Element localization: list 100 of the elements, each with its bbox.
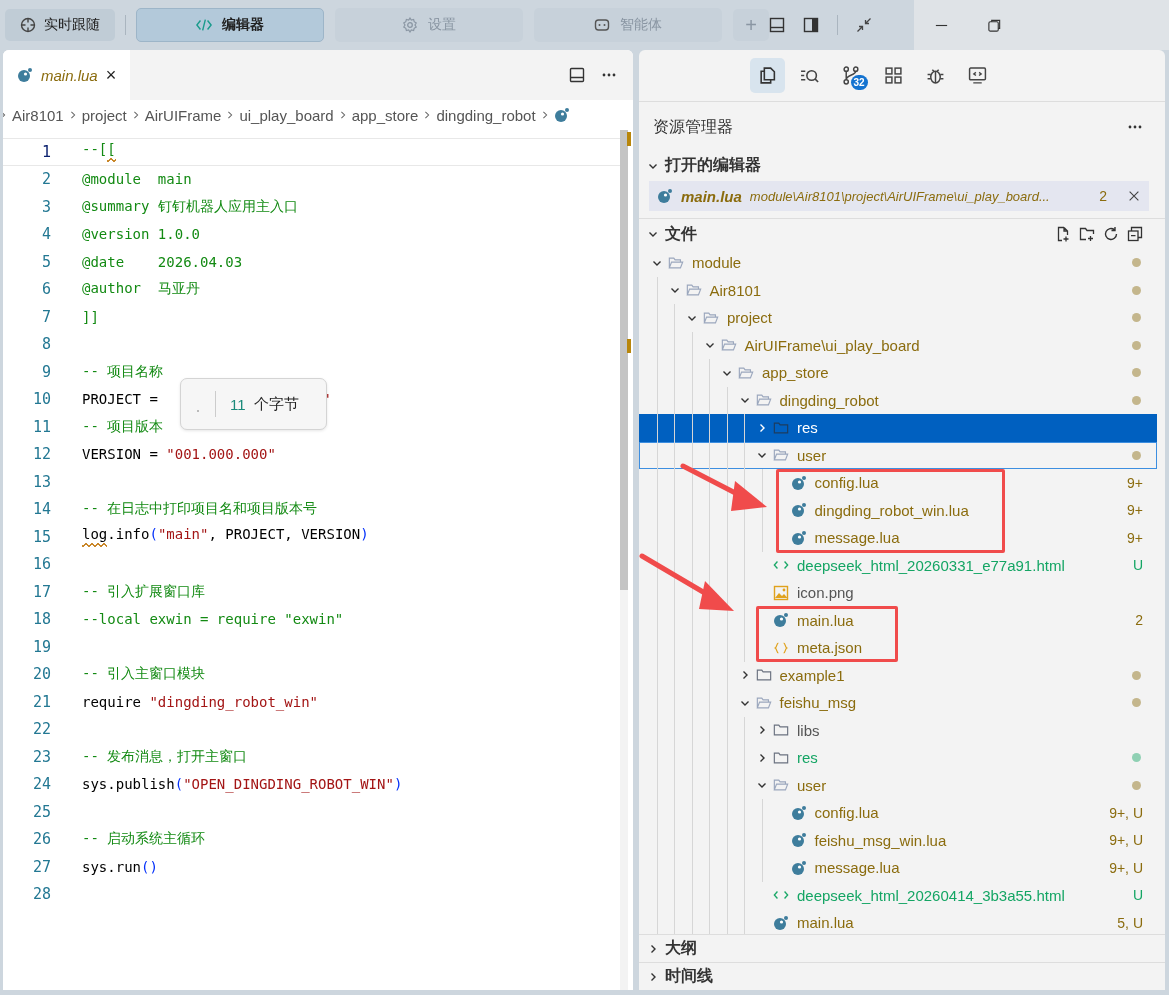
line-number: 18 (31, 610, 51, 629)
tree-item[interactable]: libs (639, 716, 1157, 744)
line-number: 19 (31, 637, 51, 656)
tree-item[interactable]: feishu_msg_win.lua 9+, U (639, 826, 1157, 854)
line-number: 11 (31, 417, 51, 436)
close-icon[interactable]: × (105, 64, 117, 86)
tree-item[interactable]: dingding_robot_win.lua 9+ (639, 496, 1157, 524)
panel-bottom-icon[interactable] (769, 17, 785, 33)
panel-right-icon[interactable] (803, 17, 819, 33)
code-icon (196, 17, 212, 33)
line-number: 5 (40, 252, 51, 271)
open-folder-icon (755, 694, 772, 711)
open-folder-icon (738, 364, 754, 381)
tree-item[interactable]: module (639, 249, 1157, 277)
tree-item[interactable]: message.lua 9+ (639, 524, 1157, 552)
refresh-icon[interactable] (1103, 226, 1119, 242)
open-editor-item[interactable]: main.lua module\Air8101\project\AirUIFrame\ui_play_board... 2 (649, 181, 1149, 211)
line-number: 12 (31, 445, 51, 464)
section-header[interactable]: 时间线 (639, 962, 1165, 990)
line-number: 14 (31, 500, 51, 519)
line-number: 25 (31, 802, 51, 821)
new-file-icon[interactable] (1055, 226, 1071, 242)
item-name: config.lua (814, 804, 879, 822)
scrollbar-thumb[interactable] (620, 130, 628, 590)
tree-item[interactable]: main.lua 2 (639, 606, 1157, 634)
line-number: 8 (40, 335, 51, 354)
activity-button[interactable]: 32 (833, 58, 869, 93)
tree-item[interactable]: user (639, 441, 1157, 469)
mode-tab[interactable]: 编辑器 (136, 8, 324, 42)
tree-item[interactable]: main.lua 5, U (639, 909, 1157, 934)
line-number: 4 (40, 225, 51, 244)
line-number: 15 (31, 527, 51, 546)
item-name: message.lua (814, 529, 900, 547)
new-folder-icon[interactable] (1079, 226, 1095, 242)
breadcrumb-item[interactable]: project (81, 106, 127, 124)
tree-item[interactable]: AirUIFrame\ui_play_board (639, 331, 1157, 359)
tree-item[interactable]: project (639, 304, 1157, 332)
folder-icon (755, 667, 772, 684)
bot-icon (594, 17, 610, 33)
tree-item[interactable]: config.lua 9+ (639, 469, 1157, 497)
open-folder-icon (703, 309, 719, 326)
tree-item[interactable]: Air8101 (639, 276, 1157, 304)
byte-unit: 个字节 (253, 394, 299, 414)
code-line: -- 启动系统主循环 (82, 830, 206, 849)
collapse-icon[interactable] (856, 17, 872, 33)
section-header[interactable]: 打开的编辑器 (639, 152, 1165, 179)
editor-tab[interactable]: main.lua × (3, 50, 130, 100)
breadcrumb-item[interactable]: ui_play_board (239, 106, 334, 124)
item-name: meta.json (797, 639, 863, 657)
extensions-icon (883, 66, 903, 85)
status-text: 9+, U (1109, 804, 1143, 821)
tree-item[interactable]: feishu_msg (639, 689, 1157, 717)
tree-item[interactable]: app_store (639, 359, 1157, 387)
item-name: dingding_robot (779, 391, 879, 409)
split-panel-icon[interactable] (569, 67, 585, 83)
restore-icon[interactable] (987, 17, 1002, 33)
tree-item[interactable]: config.lua 9+, U (639, 799, 1157, 827)
line-number: 13 (31, 472, 51, 491)
breadcrumb-item[interactable]: AirUIFrame (144, 106, 222, 124)
tree-item[interactable]: user (639, 771, 1157, 799)
breadcrumb-item[interactable]: Air8101 (12, 106, 64, 124)
code-line: --local exwin = require "exwin" (82, 611, 344, 628)
code-line: @version 1.0.0 (82, 226, 200, 243)
follow-button[interactable]: 实时跟随 (5, 9, 115, 41)
close-icon[interactable] (1127, 189, 1141, 203)
tree-item[interactable]: deepseek_html_20260331_e77a91.html U (639, 551, 1157, 579)
lua-file-icon (773, 612, 789, 629)
line-number: 9 (40, 362, 51, 381)
status-text: 9+, U (1109, 859, 1143, 876)
code-line: sys.run() (82, 858, 158, 875)
item-name: deepseek_html_20260414_3b3a55.html (797, 886, 1065, 904)
item-name: user (797, 776, 827, 794)
tab-title: main.lua (41, 66, 98, 84)
code-line: -- 项目版本 (82, 417, 164, 436)
code-line: log.info("main", PROJECT, VERSION) (82, 526, 369, 548)
item-name: example1 (779, 666, 845, 684)
tree-item[interactable]: example1 (639, 661, 1157, 689)
tree-item[interactable]: dingding_robot (639, 386, 1157, 414)
line-number: 22 (31, 720, 51, 739)
tree-item[interactable]: message.lua 9+, U (639, 854, 1157, 882)
tree-item[interactable]: res (639, 744, 1157, 772)
lua-file-icon (773, 914, 789, 931)
item-name: Air8101 (709, 281, 762, 299)
code-line: -- 项目名称 (82, 362, 164, 381)
activity-button[interactable] (749, 58, 785, 93)
tree-item[interactable]: meta.json (639, 634, 1157, 662)
section-header[interactable]: 文件 (639, 218, 1165, 249)
code-line: ]] (82, 308, 99, 325)
code-line: @date 2026.04.03 (82, 253, 243, 270)
crosshair-icon (20, 17, 36, 33)
lua-file-icon (790, 832, 807, 849)
breadcrumb-item[interactable]: app_store (351, 106, 419, 124)
tree-item[interactable]: deepseek_html_20260414_3b3a55.html U (639, 881, 1157, 909)
status-text: 5, U (1117, 914, 1143, 931)
item-name: project (727, 309, 773, 327)
breadcrumb-item[interactable]: dingding_robot (436, 106, 536, 124)
collapse-all-icon[interactable] (1127, 226, 1143, 242)
tree-item[interactable]: res (639, 414, 1157, 442)
section-header[interactable]: 大纲 (639, 935, 1165, 962)
line-number: 20 (31, 665, 51, 684)
